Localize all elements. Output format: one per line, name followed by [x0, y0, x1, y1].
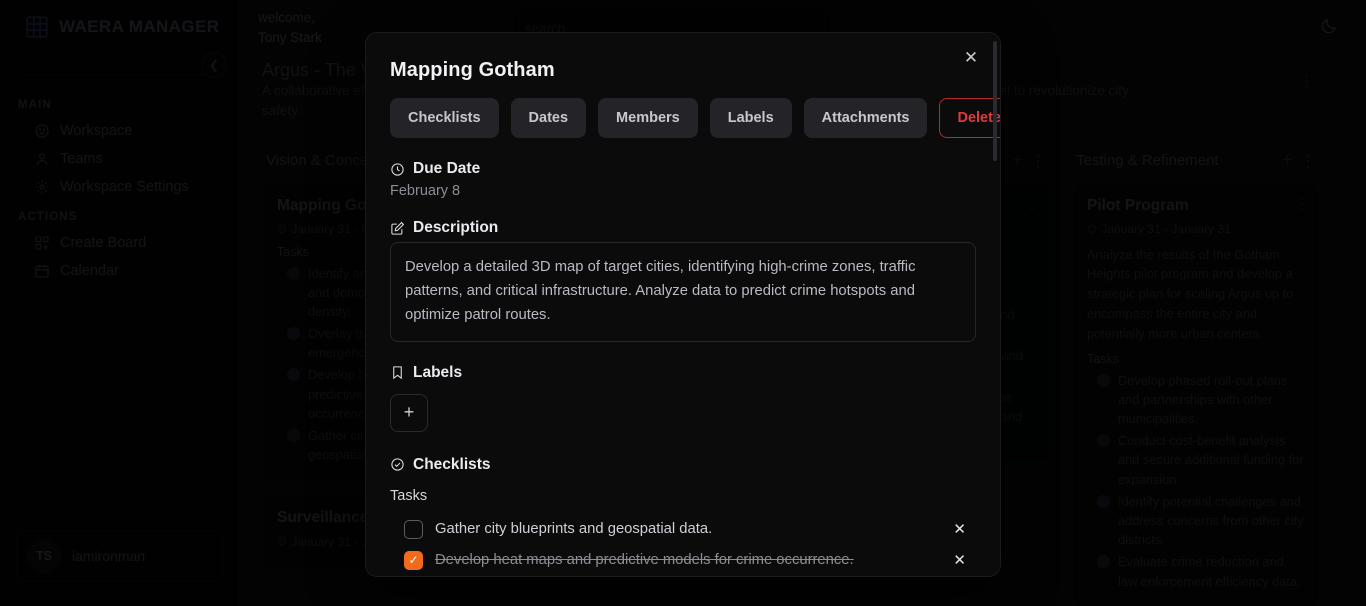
task-label[interactable]: Gather city blueprints and geospatial da…	[435, 521, 712, 537]
clock-icon	[390, 162, 405, 177]
members-button[interactable]: Members	[598, 98, 698, 138]
modal-title: Mapping Gotham	[390, 59, 555, 81]
card-detail-modal: ✕ Mapping Gotham Checklists Dates Member…	[365, 32, 1001, 577]
due-date-value[interactable]: February 8	[390, 183, 976, 199]
attachments-button[interactable]: Attachments	[803, 98, 928, 138]
checklist-task-row: ✓ Develop heat maps and predictive model…	[390, 545, 976, 576]
task-checkbox[interactable]: ✓	[404, 550, 423, 570]
check-circle-icon	[390, 457, 405, 472]
labels-heading: Labels	[390, 364, 976, 382]
close-icon[interactable]: ✕	[960, 47, 982, 69]
delete-card-button[interactable]: Delete Card	[939, 98, 1000, 138]
labels-heading-label: Labels	[413, 363, 463, 381]
modal-scroll-region: ✕ Mapping Gotham Checklists Dates Member…	[366, 33, 1000, 576]
description-box[interactable]: Develop a detailed 3D map of target citi…	[390, 242, 976, 342]
labels-button[interactable]: Labels	[709, 98, 792, 138]
dates-button[interactable]: Dates	[510, 98, 587, 138]
checklists-heading: Checklists	[390, 456, 976, 474]
app-root: WAERA MANAGER ❮ MAIN Workspace Teams	[0, 0, 1366, 606]
add-label-button[interactable]: +	[390, 393, 428, 432]
bookmark-icon	[390, 365, 405, 380]
modal-scrollbar[interactable]	[993, 41, 997, 161]
description-heading: Description	[390, 219, 976, 237]
due-date-heading: Due Date	[390, 160, 976, 178]
description-text: Develop a detailed 3D map of target citi…	[405, 259, 916, 323]
checklists-button[interactable]: Checklists	[390, 98, 499, 138]
task-checkbox[interactable]	[404, 519, 423, 539]
remove-task-icon[interactable]: ✕	[953, 520, 974, 538]
modal-action-buttons: Checklists Dates Members Labels Attachme…	[390, 98, 1000, 138]
edit-square-icon	[390, 221, 405, 236]
task-label[interactable]: Develop heat maps and predictive models …	[435, 552, 854, 568]
checklist-task-row: Gather city blueprints and geospatial da…	[390, 514, 976, 545]
remove-task-icon[interactable]: ✕	[953, 551, 974, 569]
due-date-heading-label: Due Date	[413, 160, 481, 177]
description-heading-label: Description	[413, 219, 499, 236]
checklist-group-label: Tasks	[390, 487, 428, 504]
checklists-heading-label: Checklists	[413, 455, 491, 473]
